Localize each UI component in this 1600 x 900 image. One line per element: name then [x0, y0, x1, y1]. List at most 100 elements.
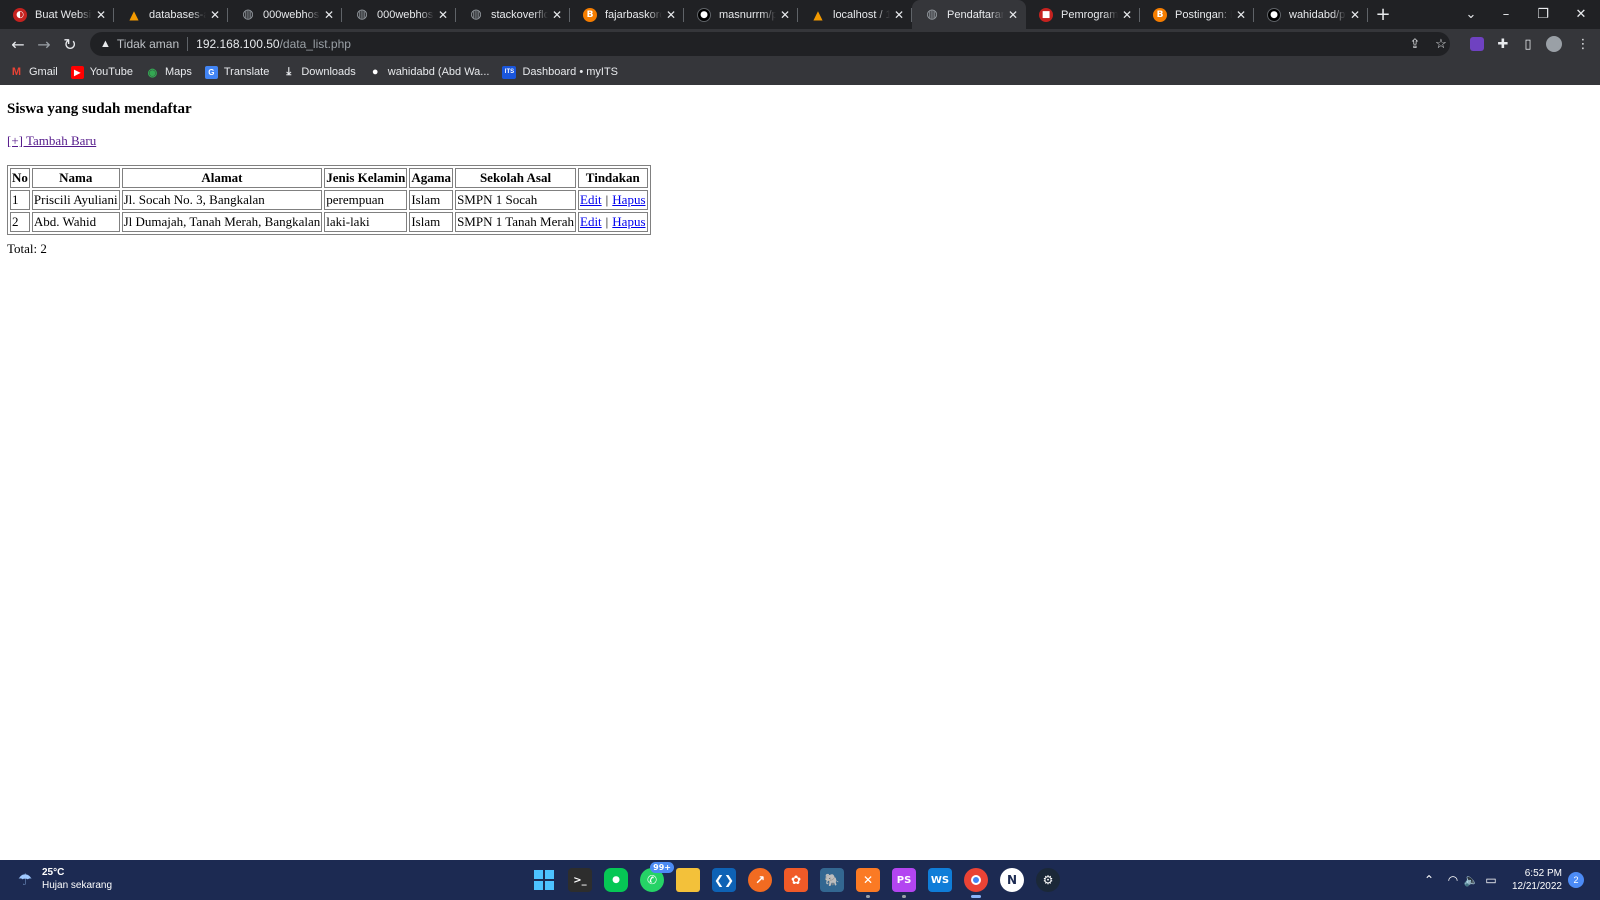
address-bar[interactable]: ▲ Tidak aman 192.168.100.50 /data_list.p…: [90, 32, 1450, 56]
cell-jenis-kelamin: perempuan: [324, 190, 408, 210]
browser-tab[interactable]: ◍ stackoverflow✕: [456, 0, 570, 29]
tab-close-icon[interactable]: ✕: [1120, 8, 1134, 22]
forward-button[interactable]: →: [32, 32, 56, 56]
tab-close-icon[interactable]: ✕: [322, 8, 336, 22]
edit-link[interactable]: Edit: [580, 214, 602, 229]
app-circle-icon[interactable]: N: [1000, 868, 1024, 892]
cell-agama: Islam: [409, 190, 454, 210]
column-header: Sekolah Asal: [455, 168, 576, 188]
translate-icon: G: [204, 65, 218, 79]
share-icon[interactable]: ⇪: [1406, 35, 1424, 53]
vscode-app-icon[interactable]: ❮❯: [712, 868, 736, 892]
browser-tab[interactable]: Bfajarbaskoro:✕: [570, 0, 684, 29]
tab-close-icon[interactable]: ✕: [778, 8, 792, 22]
tab-close-icon[interactable]: ✕: [892, 8, 906, 22]
cell-tindakan: Edit | Hapus: [578, 212, 648, 232]
action-separator: |: [605, 192, 609, 207]
cell-no: 1: [10, 190, 30, 210]
pgadmin-elephant-icon[interactable]: 🐘: [820, 868, 844, 892]
system-clock[interactable]: 6:52 PM 12/21/2022: [1500, 867, 1562, 893]
profile-avatar[interactable]: [1543, 33, 1565, 55]
extensions-puzzle-icon[interactable]: ✚: [1492, 33, 1514, 55]
wifi-icon[interactable]: ◠: [1444, 870, 1462, 890]
delete-link[interactable]: Hapus: [612, 192, 645, 207]
tab-close-icon[interactable]: ✕: [1006, 8, 1020, 22]
tab-close-icon[interactable]: ✕: [550, 8, 564, 22]
steam-app-icon[interactable]: ⚙: [1036, 868, 1060, 892]
weather-widget[interactable]: ☂ 25°C Hujan sekarang: [14, 867, 112, 892]
whatsapp-badge: 99+: [650, 862, 674, 873]
tab-title: fajarbaskoro:: [605, 8, 662, 21]
line-app-icon[interactable]: ●: [604, 868, 628, 892]
tab-close-icon[interactable]: ✕: [94, 8, 108, 22]
browser-tab[interactable]: ▲ databases-au✕: [114, 0, 228, 29]
terminal-app-icon[interactable]: >_: [568, 868, 592, 892]
bookmark-label: Gmail: [29, 66, 58, 78]
browser-tab[interactable]: ■ Pemrograman✕: [1026, 0, 1140, 29]
tab-close-icon[interactable]: ✕: [1234, 8, 1248, 22]
restore-button[interactable]: ❐: [1524, 0, 1562, 29]
chevron-up-icon[interactable]: ⌃: [1420, 870, 1438, 890]
students-table: No Nama Alamat Jenis Kelamin Agama Sekolah As…: [7, 165, 651, 235]
extension-badge-icon[interactable]: [1466, 33, 1488, 55]
start-button[interactable]: [532, 868, 556, 892]
browser-tab[interactable]: ● wahidabd/pw✕: [1254, 0, 1368, 29]
browser-tab[interactable]: B Postingan: Ed✕: [1140, 0, 1254, 29]
bookmark-label: Translate: [223, 66, 270, 78]
bookmark-item[interactable]: ◉ Maps: [146, 66, 192, 79]
bookmark-item[interactable]: ITS Dashboard • myITS: [502, 65, 619, 79]
app-orange-icon[interactable]: ✿: [784, 868, 808, 892]
bookmark-label: Downloads: [301, 66, 356, 78]
bookmark-item[interactable]: ▶ YouTube: [70, 65, 133, 79]
cell-alamat: Jl Dumajah, Tanah Merah, Bangkalan: [121, 212, 323, 232]
browser-tab[interactable]: ◍ 000webhost F✕: [342, 0, 456, 29]
column-header: Alamat: [121, 168, 323, 188]
new-tab-button[interactable]: +: [1368, 0, 1398, 29]
tab-close-icon[interactable]: ✕: [208, 8, 222, 22]
tab-close-icon[interactable]: ✕: [436, 8, 450, 22]
postman-app-icon[interactable]: ↗: [748, 868, 772, 892]
edit-link[interactable]: Edit: [580, 192, 602, 207]
phpstorm-app-icon[interactable]: PS: [892, 868, 916, 898]
tab-separator: [1367, 8, 1368, 22]
menu-kebab-icon[interactable]: ⋮: [1572, 33, 1594, 55]
delete-link[interactable]: Hapus: [612, 214, 645, 229]
side-panel-icon[interactable]: ▯: [1517, 33, 1539, 55]
file-explorer-icon[interactable]: [676, 868, 700, 892]
security-label[interactable]: Tidak aman: [117, 37, 179, 51]
volume-icon[interactable]: 🔈: [1462, 870, 1480, 890]
bookmark-item[interactable]: ● wahidabd (Abd Wa...: [369, 66, 490, 79]
webstorm-app-icon[interactable]: WS: [928, 868, 952, 892]
back-button[interactable]: ←: [6, 32, 30, 56]
chrome-app-icon[interactable]: [964, 868, 988, 898]
tab-close-icon[interactable]: ✕: [1348, 8, 1362, 22]
bookmark-label: YouTube: [89, 66, 133, 78]
flag-icon: ■: [1039, 7, 1053, 22]
xampp-app-icon[interactable]: ✕: [856, 868, 880, 898]
browser-tab[interactable]: ◐ Buat Website✕: [0, 0, 114, 29]
bookmark-label: Dashboard • myITS: [522, 66, 619, 78]
bookmark-item[interactable]: ⤓ Downloads: [282, 66, 355, 79]
reload-button[interactable]: ↻: [58, 32, 82, 56]
minimize-button[interactable]: –: [1487, 0, 1525, 29]
maps-icon: ◉: [147, 66, 158, 79]
bookmark-star-icon[interactable]: ☆: [1432, 35, 1450, 53]
notification-badge[interactable]: 2: [1568, 872, 1584, 888]
browser-tab[interactable]: ▲ localhost / 12✕: [798, 0, 912, 29]
blogger-icon: B: [1153, 7, 1167, 22]
browser-tab[interactable]: ◍ 000webhost F✕: [228, 0, 342, 29]
tab-close-icon[interactable]: ✕: [664, 8, 678, 22]
reload-icon: ↻: [63, 34, 77, 54]
tab-title: Pendaftaran S: [947, 8, 1004, 21]
bookmark-item[interactable]: G Translate: [204, 65, 270, 79]
battery-icon[interactable]: ▭: [1482, 870, 1500, 890]
add-new-link[interactable]: [+] Tambah Baru: [7, 133, 96, 149]
bookmark-item[interactable]: M Gmail: [10, 66, 58, 79]
tab-search-button[interactable]: ⌄: [1452, 0, 1490, 29]
whatsapp-app-icon[interactable]: ✆ 99+: [640, 862, 674, 892]
close-window-button[interactable]: ✕: [1562, 0, 1600, 29]
browser-toolbar: ← → ↻ ▲ Tidak aman 192.168.100.50 /data_…: [0, 29, 1600, 59]
browser-tab[interactable]: ● masnurrm/pw✕: [684, 0, 798, 29]
browser-tab[interactable]: ◍ Pendaftaran S✕: [912, 0, 1026, 29]
red-swirl-icon: ◐: [13, 7, 27, 22]
